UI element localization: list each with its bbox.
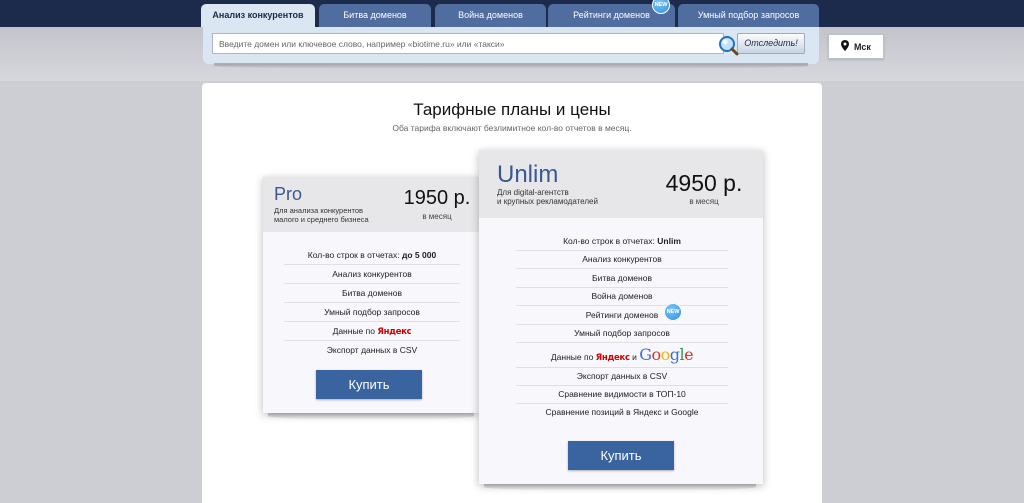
map-pin-icon	[841, 40, 850, 53]
page-subtitle: Оба тарифа включают безлимитное кол-во о…	[392, 123, 632, 133]
feature-top10-visibility: Сравнение видимости в ТОП-10	[516, 386, 728, 404]
search-panel-shadow	[214, 63, 808, 69]
feature-domain-war: Война доменов	[516, 288, 728, 306]
pro-plan-description: Для анализа конкурентов малого и среднег…	[274, 206, 369, 224]
tab-smart-query-selection[interactable]: Умный подбор запросов	[678, 4, 819, 27]
unlim-buy-button[interactable]: Купить	[568, 441, 674, 470]
unlim-plan-shadow	[484, 483, 756, 491]
tab-domain-war[interactable]: Война доменов	[435, 4, 546, 27]
unlim-plan: Unlim Для digital-агентств и крупных рек…	[479, 150, 763, 484]
unlim-plan-price: 4950 р.	[665, 170, 743, 196]
city-selector[interactable]: Мск	[828, 34, 884, 59]
feature-positions-compare: Сравнение позиций в Яндекс и Google	[545, 407, 699, 417]
pro-plan-shadow	[268, 412, 474, 420]
yandex-logo: Яндекс	[595, 353, 630, 363]
feature-yandex-data: Данные по Яндекс	[284, 322, 460, 341]
new-badge: NEW	[664, 303, 682, 321]
unlim-plan-name: Unlim	[497, 161, 559, 188]
feature-competitor-analysis: Анализ конкурентов	[284, 265, 460, 284]
tab-competitor-analysis[interactable]: Анализ конкурентов	[201, 4, 315, 27]
pro-plan-period: в месяц	[422, 212, 452, 221]
feature-yandex-google-data: Данные по Яндекс и Google	[516, 343, 728, 368]
feature-csv-export: Экспорт данных в CSV	[326, 345, 418, 355]
pro-plan-price: 1950 р.	[403, 187, 471, 209]
unlim-plan-description: Для digital-агентств и крупных рекламода…	[497, 188, 598, 207]
feature-csv-export: Экспорт данных в CSV	[516, 368, 728, 386]
feature-rows: Кол-во строк в отчетах: Unlim	[516, 233, 728, 251]
pro-buy-button[interactable]: Купить	[316, 370, 422, 399]
tab-domain-battle[interactable]: Битва доменов	[319, 4, 431, 27]
pro-plan-name: Pro	[274, 184, 303, 204]
feature-smart-query: Умный подбор запросов	[516, 325, 728, 343]
unlim-plan-period: в месяц	[689, 197, 719, 206]
feature-rows: Кол-во строк в отчетах: до 5 000	[284, 246, 460, 265]
feature-domain-battle: Битва доменов	[516, 269, 728, 288]
track-button[interactable]: Отследить!	[737, 33, 805, 54]
yandex-logo: Яндекс	[377, 327, 412, 337]
feature-smart-query: Умный подбор запросов	[284, 303, 460, 322]
pro-plan: Pro Для анализа конкурентов малого и сре…	[263, 177, 479, 413]
city-label: Мск	[854, 41, 871, 52]
google-logo: Google	[639, 345, 694, 364]
feature-domain-battle: Битва доменов	[284, 284, 460, 303]
page-title: Тарифные планы и цены	[413, 100, 611, 119]
feature-competitor-analysis: Анализ конкурентов	[516, 251, 728, 269]
feature-domain-ratings: Рейтинги доменов	[516, 306, 728, 325]
pro-plan-header: Pro Для анализа конкурентов малого и сре…	[263, 177, 479, 232]
magnifier-icon[interactable]	[717, 34, 739, 56]
search-input[interactable]	[212, 33, 724, 54]
unlim-plan-header: Unlim Для digital-агентств и крупных рек…	[479, 150, 763, 218]
